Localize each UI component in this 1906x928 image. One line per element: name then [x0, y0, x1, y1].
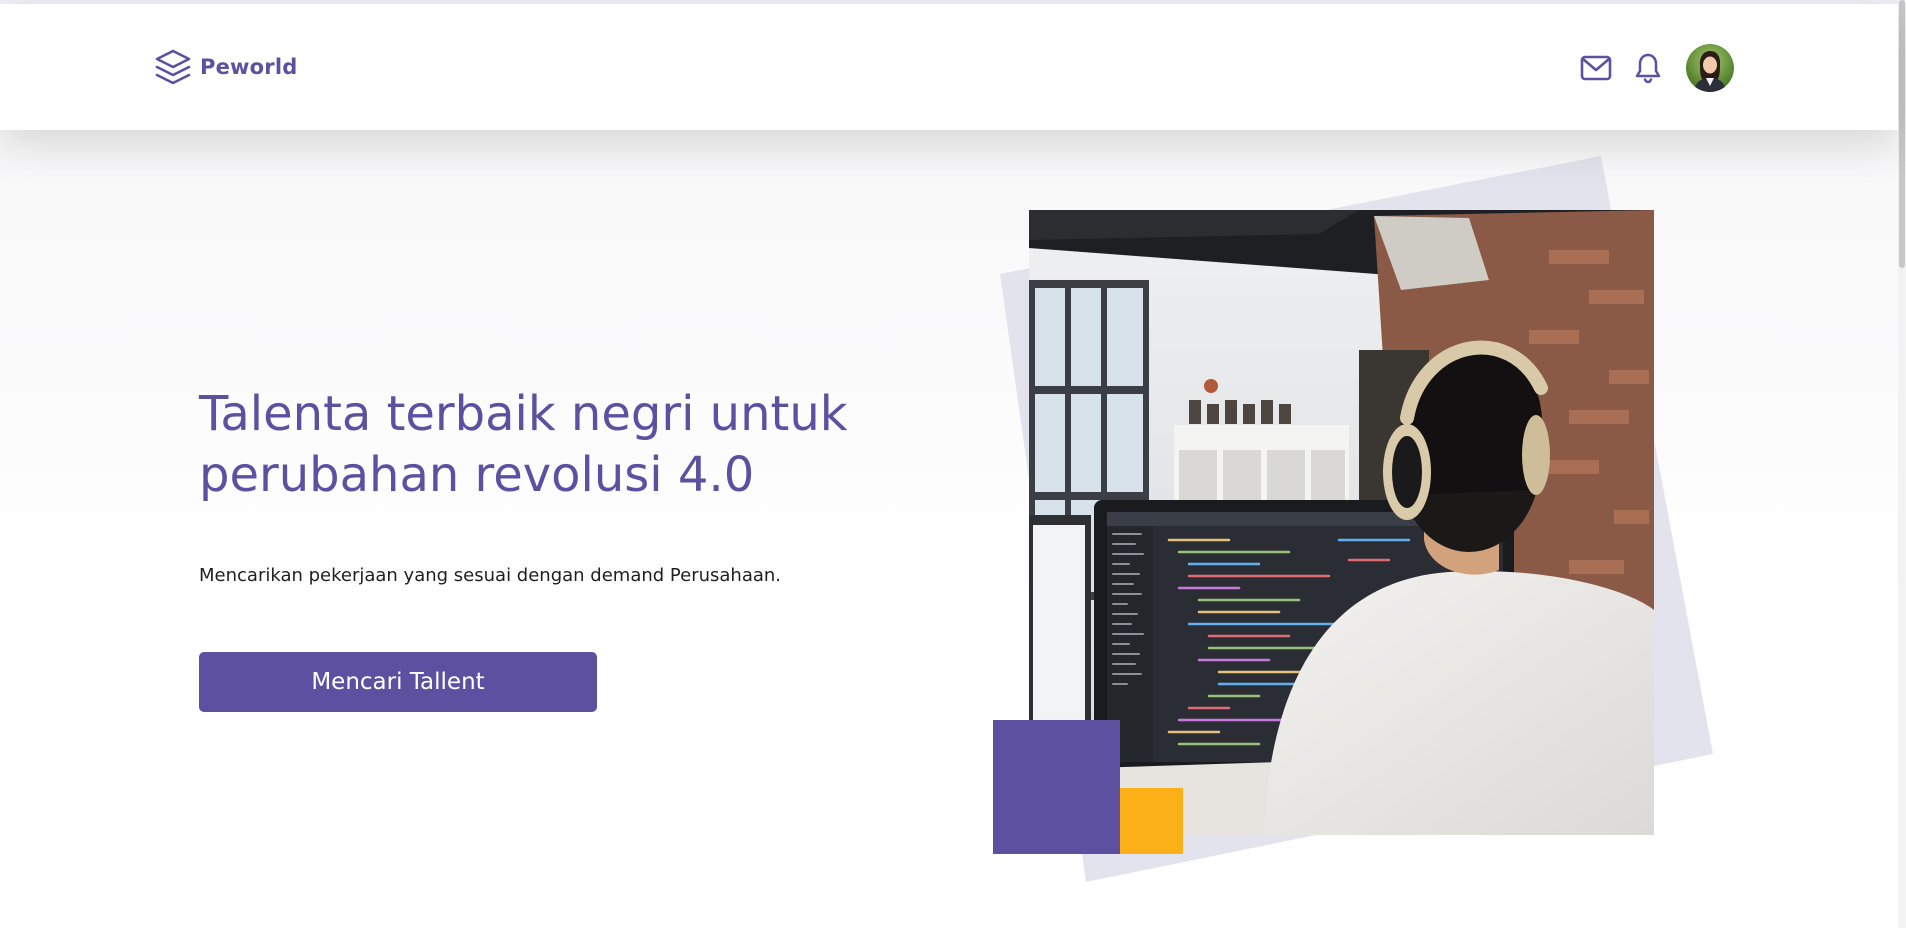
- brand-logo[interactable]: Peworld: [154, 48, 297, 86]
- navbar: Peworld: [0, 4, 1898, 130]
- scrollbar-thumb[interactable]: [1899, 0, 1905, 268]
- notification-button[interactable]: [1632, 52, 1664, 84]
- bell-icon: [1635, 53, 1661, 84]
- decorative-yellow-square: [1120, 788, 1183, 854]
- page-scrollbar[interactable]: [1898, 0, 1906, 928]
- developer-photo: [1029, 210, 1654, 835]
- mail-button[interactable]: [1580, 52, 1612, 84]
- decorative-purple-square: [993, 720, 1120, 854]
- hero-title: Talenta terbaik negri untuk perubahan re…: [199, 386, 848, 503]
- navbar-actions: [1580, 44, 1734, 92]
- layers-icon: [155, 49, 191, 85]
- hero-subtitle: Mencarikan pekerjaan yang sesuai dengan …: [199, 565, 782, 586]
- hero-image: [1029, 210, 1654, 835]
- mail-icon: [1580, 55, 1612, 81]
- find-talent-button[interactable]: Mencari Tallent: [199, 652, 597, 712]
- avatar-image: [1686, 44, 1734, 92]
- brand-name: Peworld: [200, 55, 298, 79]
- user-avatar[interactable]: [1686, 44, 1734, 92]
